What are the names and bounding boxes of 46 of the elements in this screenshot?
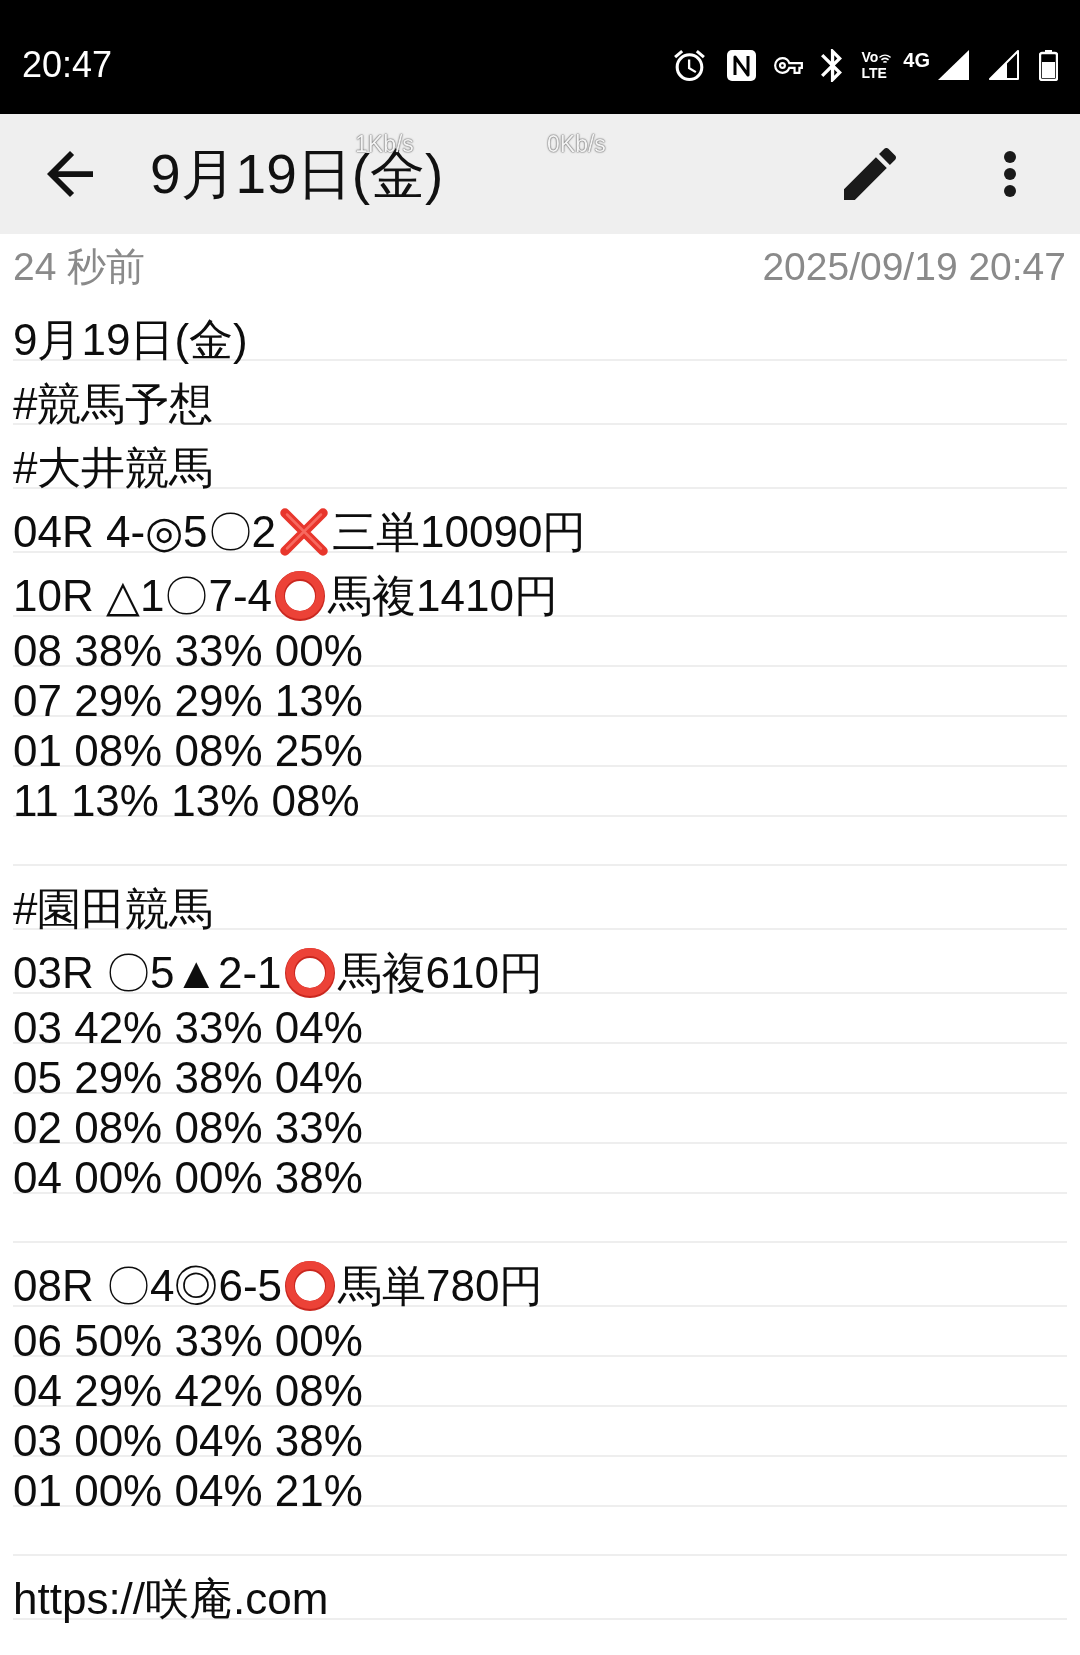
note-text: 馬複1410円	[328, 571, 558, 620]
note-line: 11 13% 13% 08%	[13, 776, 360, 825]
note-line: #競馬予想	[13, 379, 214, 428]
note-line: 9月19日(金)	[13, 315, 248, 364]
note-text: 04R 4-◎5〇2	[13, 507, 276, 556]
wifi-arcs-icon	[879, 52, 892, 64]
note-line: #園田競馬	[13, 884, 214, 933]
note-text: 馬単780円	[338, 1261, 544, 1310]
network-speed-overlay: 0Kb/s	[547, 133, 606, 156]
note-line: 03 00% 04% 38%	[13, 1416, 363, 1465]
key-icon	[773, 56, 805, 74]
back-arrow-icon	[47, 151, 93, 197]
note-text: 馬複610円	[337, 948, 543, 997]
nfc-icon	[727, 49, 757, 81]
lte-label: LTE	[861, 66, 887, 80]
note-line: #大井競馬	[13, 443, 214, 492]
ring-icon	[275, 571, 325, 621]
note-text: 08R 〇4◎6-5	[13, 1261, 282, 1310]
kebab-menu-icon	[1003, 150, 1017, 198]
relative-time: 24 秒前	[13, 246, 146, 286]
status-time: 20:47	[22, 47, 113, 83]
alarm-clock-icon	[674, 49, 706, 81]
note-line: https://咲庵.com	[13, 1574, 329, 1623]
note-line: 05 29% 38% 04%	[13, 1053, 363, 1102]
battery-icon	[1039, 49, 1058, 81]
note-line: 01 00% 04% 21%	[13, 1466, 363, 1515]
note-line: 01 08% 08% 25%	[13, 726, 363, 775]
note-text: 10R △1〇7-4	[13, 571, 272, 620]
ring-icon	[285, 1261, 335, 1311]
note-text: 三単10090円	[332, 507, 587, 556]
network-type-label: 4G	[903, 50, 930, 70]
ring-icon	[284, 948, 335, 998]
volte-label: Vo	[861, 50, 879, 64]
signal-strength-icon	[989, 50, 1019, 80]
note-line: 07 29% 29% 13%	[13, 676, 363, 725]
timestamp: 2025/09/19 20:47	[762, 246, 1066, 286]
note-text: 03R 〇5▲2-1	[13, 948, 282, 997]
note-line: 06 50% 33% 00%	[13, 1316, 363, 1365]
pencil-icon	[844, 148, 896, 200]
note-line: 08 38% 33% 00%	[13, 626, 363, 675]
note-line: 02 08% 08% 33%	[13, 1103, 363, 1152]
cross-icon	[279, 507, 329, 557]
note-line: 04 29% 42% 08%	[13, 1366, 363, 1415]
signal-strength-icon	[938, 50, 969, 80]
note-line: 04 00% 00% 38%	[13, 1153, 363, 1202]
note-line: 03 42% 33% 04%	[13, 1003, 363, 1052]
